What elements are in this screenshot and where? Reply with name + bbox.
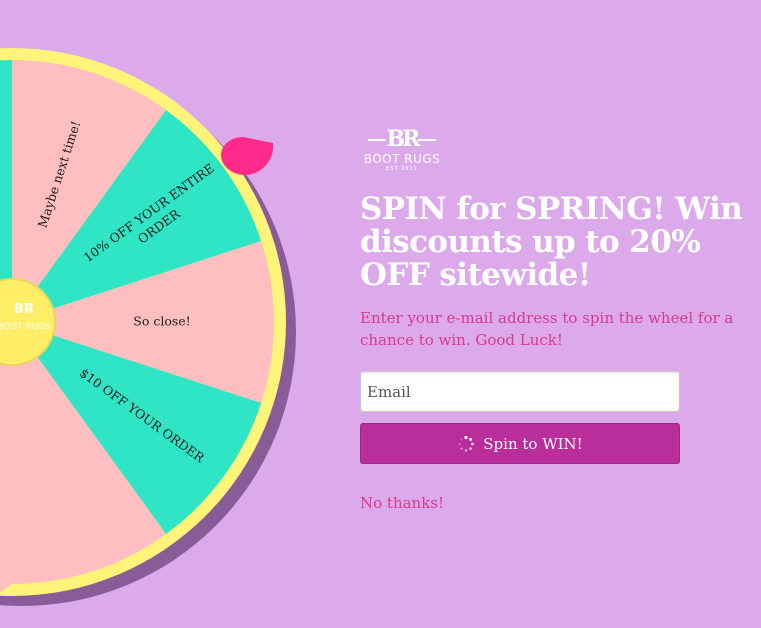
- spinner-icon: [458, 435, 475, 452]
- spin-button-label: Spin to WIN!: [483, 434, 583, 453]
- brand-logo: BR BOOT RUGS EST 2011: [362, 128, 442, 178]
- spin-to-win-button[interactable]: Spin to WIN!: [360, 423, 680, 464]
- subtext: Enter your e-mail address to spin the wh…: [360, 309, 734, 349]
- headline: SPIN for SPRING! Win discounts up to 20%…: [360, 191, 743, 293]
- no-thanks-link[interactable]: No thanks!: [360, 494, 444, 512]
- wheel-hub-brand: BOOT RUGS: [0, 322, 51, 332]
- email-input[interactable]: [360, 371, 680, 412]
- wheel-hub-monogram: BR: [14, 302, 34, 317]
- wheel-pointer-icon: [221, 137, 274, 175]
- brand-name: BOOT RUGS: [363, 152, 441, 166]
- brand-est: EST 2011: [386, 166, 418, 172]
- brand-monogram: BR: [362, 128, 442, 150]
- wheel-segment-label: So close!: [133, 314, 190, 329]
